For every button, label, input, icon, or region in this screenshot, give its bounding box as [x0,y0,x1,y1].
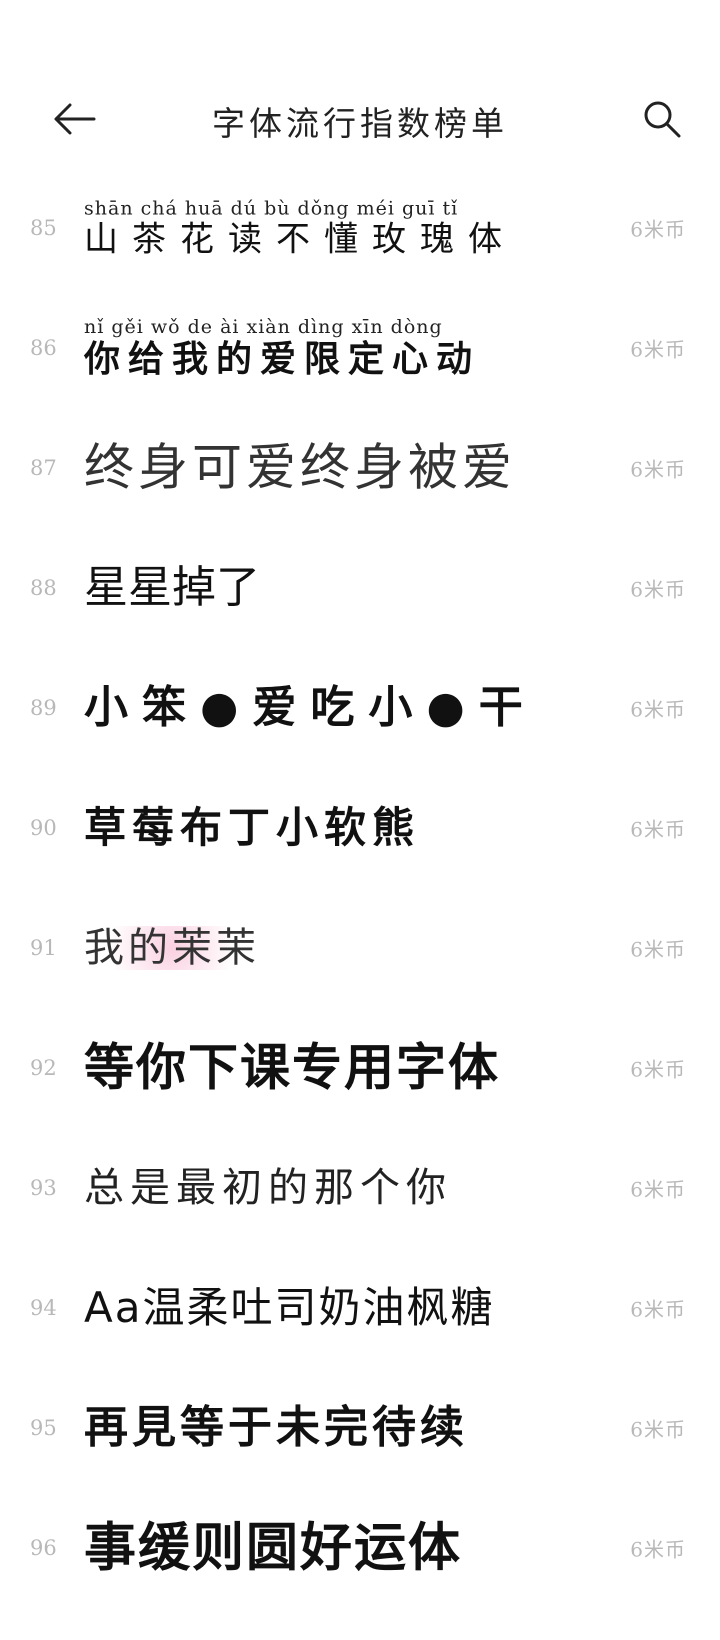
rank-number: 90 [30,816,57,840]
font-name: 星星掉了 [84,561,260,613]
font-row[interactable]: 91 我的茉茉 6米币 [0,888,720,1008]
font-name: 小笨●爱吃小●干 [84,681,537,733]
font-row[interactable]: 85 shān chá huā dú bù dǒng méi guī tǐ 山茶… [0,168,720,288]
price-label: 6米币 [630,1297,686,1322]
price-label: 6米币 [630,937,686,962]
font-row[interactable]: 89 小笨●爱吃小●干 6米币 [0,648,720,768]
font-preview: nǐ gěi wǒ de ài xiàn dìng xīn dòng 你给我的爱… [84,316,480,380]
font-row[interactable]: 94 Aa温柔吐司奶油枫糖 6米币 [0,1248,720,1368]
price-label: 6米币 [630,457,686,482]
rank-number: 89 [30,696,57,720]
price-label: 6米币 [630,697,686,722]
font-name: 事缓则圆好运体 [84,1517,463,1579]
rank-number: 95 [30,1416,57,1440]
font-preview: 小笨●爱吃小●干 [84,681,537,733]
font-preview: 星星掉了 [84,561,260,613]
font-preview: 事缓则圆好运体 [84,1519,462,1576]
font-name: 我的茉茉 [84,925,260,971]
top-bar: 字体流行指数榜单 [0,0,720,190]
pinyin-text: nǐ gěi wǒ de ài xiàn dìng xīn dòng [84,316,443,339]
font-row[interactable]: 88 星星掉了 6米币 [0,528,720,648]
search-button[interactable] [638,95,686,143]
rank-number: 85 [30,216,57,240]
price-label: 6米币 [630,1537,686,1562]
rank-number: 87 [30,456,57,480]
font-row[interactable]: 86 nǐ gěi wǒ de ài xiàn dìng xīn dòng 你给… [0,288,720,408]
font-name: 你给我的爱限定心动 [84,339,481,381]
pinyin-text: shān chá huā dú bù dǒng méi guī tǐ [84,197,459,220]
font-name: 山茶花读不懂玫瑰体 [84,219,516,260]
price-label: 6米币 [630,817,686,842]
rank-number: 94 [30,1296,57,1320]
font-preview: 草莓布丁小软熊 [84,802,421,852]
page-title: 字体流行指数榜单 [212,104,508,143]
font-name: 总是最初的那个你 [84,1165,452,1211]
font-ranking-list: 85 shān chá huā dú bù dǒng méi guī tǐ 山茶… [0,168,720,1608]
rank-number: 86 [30,336,57,360]
price-label: 6米币 [630,1177,686,1202]
rank-number: 96 [30,1536,57,1560]
font-preview: 等你下课专用字体 [84,1038,500,1097]
font-preview: Aa温柔吐司奶油枫糖 [84,1282,495,1332]
back-button[interactable] [50,95,98,143]
font-name: 再見等于未完待续 [84,1401,468,1453]
font-preview: 总是最初的那个你 [84,1166,452,1210]
font-row[interactable]: 90 草莓布丁小软熊 6米币 [0,768,720,888]
font-name: 草莓布丁小软熊 [84,802,421,852]
font-row[interactable]: 93 总是最初的那个你 6米币 [0,1128,720,1248]
price-label: 6米币 [630,577,686,602]
font-row[interactable]: 87 终身可爱终身被爱 6米币 [0,408,720,528]
price-label: 6米币 [630,217,686,242]
back-arrow-icon [54,103,96,135]
price-label: 6米币 [630,1417,686,1442]
font-name: Aa温柔吐司奶油枫糖 [84,1282,495,1332]
rank-number: 91 [30,936,57,960]
font-row[interactable]: 92 等你下课专用字体 6米币 [0,1008,720,1128]
price-label: 6米币 [630,1057,686,1082]
font-preview: 再見等于未完待续 [84,1401,468,1453]
font-preview: 终身可爱终身被爱 [84,438,516,497]
font-row[interactable]: 95 再見等于未完待续 6米币 [0,1368,720,1488]
search-icon [644,101,681,138]
font-row[interactable]: 96 事缓则圆好运体 6米币 [0,1488,720,1608]
font-preview: 我的茉茉 [84,926,260,970]
rank-number: 92 [30,1056,57,1080]
rank-number: 88 [30,576,57,600]
font-name: 终身可爱终身被爱 [84,438,516,497]
rank-number: 93 [30,1176,57,1200]
font-name: 等你下课专用字体 [84,1038,500,1097]
price-label: 6米币 [630,337,686,362]
font-preview: shān chá huā dú bù dǒng méi guī tǐ 山茶花读不… [84,197,516,258]
